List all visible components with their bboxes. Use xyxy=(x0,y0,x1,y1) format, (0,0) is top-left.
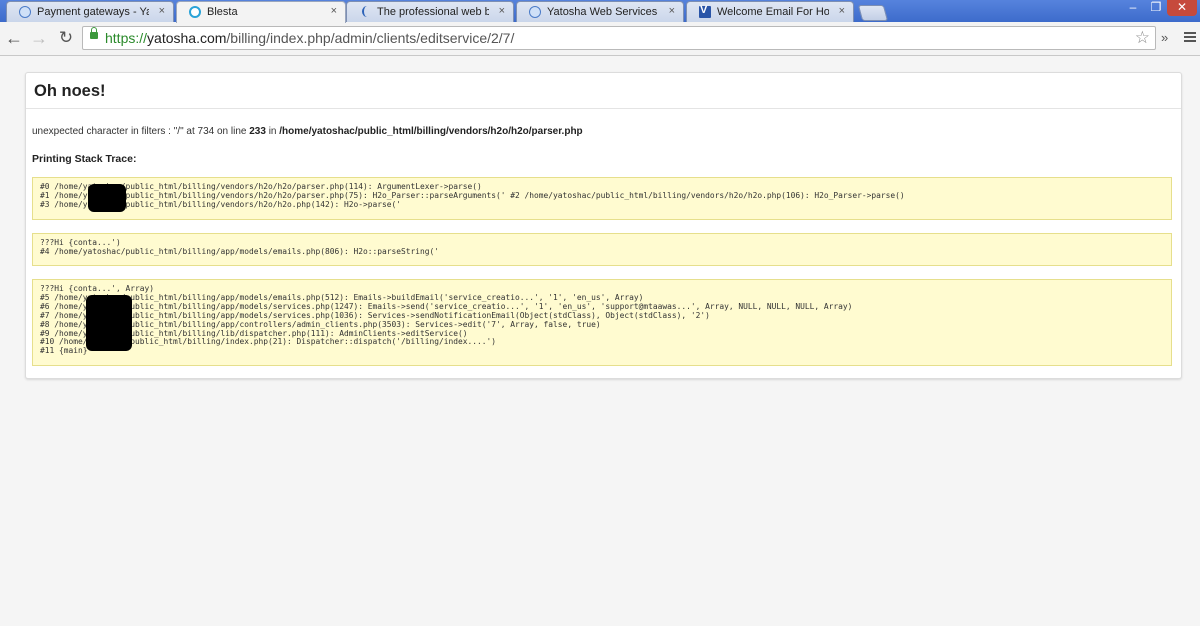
error-panel: Oh noes! unexpected character in filters… xyxy=(25,72,1182,379)
browser-toolbar: ← → ↻ https://yatosha.com/billing/index.… xyxy=(0,22,1200,56)
redaction-mark xyxy=(86,295,132,351)
back-arrow-icon[interactable]: ← xyxy=(4,28,24,48)
wordpress-icon xyxy=(359,6,371,18)
star-icon[interactable]: ☆ xyxy=(1135,28,1150,48)
tab-title: Welcome Email For Hostin xyxy=(717,6,829,18)
tab-title: The professional web base xyxy=(377,6,489,18)
tab-welcome-email[interactable]: Welcome Email For Hostin × xyxy=(686,1,854,23)
url-text[interactable]: https://yatosha.com/billing/index.php/ad… xyxy=(105,30,514,46)
divider xyxy=(26,108,1181,109)
close-icon[interactable]: × xyxy=(331,5,337,17)
close-icon[interactable]: × xyxy=(669,5,675,17)
minimize-button[interactable]: – xyxy=(1121,0,1145,16)
stack-trace-heading: Printing Stack Trace: xyxy=(32,153,137,165)
page-title: Oh noes! xyxy=(34,82,106,100)
tab-title: Blesta xyxy=(207,6,238,18)
close-icon[interactable]: × xyxy=(499,5,505,17)
address-bar[interactable]: https://yatosha.com/billing/index.php/ad… xyxy=(82,26,1156,50)
tab-strip: Payment gateways - Yato × Blesta × The p… xyxy=(0,0,1200,23)
error-line-number: 233 xyxy=(249,126,266,137)
stack-trace-block: ???Hi {conta...') #4 /home/yatoshac/publ… xyxy=(32,233,1172,266)
lock-icon xyxy=(90,27,98,39)
tab-payment-gateways[interactable]: Payment gateways - Yato × xyxy=(6,1,174,23)
menu-icon[interactable] xyxy=(1184,32,1196,42)
close-icon[interactable]: × xyxy=(159,5,165,17)
blesta-icon xyxy=(189,6,201,18)
url-scheme: https:// xyxy=(105,30,148,46)
url-host: yatosha.com xyxy=(147,30,227,46)
tab-yatosha-web-services[interactable]: Yatosha Web Services | Ta × xyxy=(516,1,684,23)
close-icon[interactable]: × xyxy=(839,5,845,17)
reload-icon[interactable]: ↻ xyxy=(56,28,76,48)
tab-professional-web[interactable]: The professional web base × xyxy=(346,1,514,23)
error-message: unexpected character in filters : "/" at… xyxy=(32,126,583,137)
tab-blesta[interactable]: Blesta × xyxy=(176,1,346,23)
tab-title: Yatosha Web Services | Ta xyxy=(547,6,659,18)
forward-arrow-icon[interactable]: → xyxy=(29,28,49,48)
url-path: /billing/index.php/admin/clients/editser… xyxy=(226,30,515,46)
close-window-button[interactable]: ✕ xyxy=(1167,0,1197,16)
globe-icon xyxy=(19,6,31,18)
v-icon xyxy=(699,4,711,18)
globe-icon xyxy=(529,6,541,18)
redaction-mark xyxy=(88,184,126,212)
extensions-overflow-icon[interactable]: » xyxy=(1161,30,1168,45)
error-in-word: in xyxy=(265,126,280,137)
error-file-path: /home/yatoshac/public_html/billing/vendo… xyxy=(279,126,583,137)
tab-title: Payment gateways - Yato xyxy=(37,6,149,18)
stack-trace-block: ???Hi {conta...', Array) #5 /home/yatosh… xyxy=(32,279,1172,366)
new-tab-button[interactable] xyxy=(857,5,889,21)
error-text: unexpected character in filters : "/" at… xyxy=(32,126,250,137)
maximize-button[interactable]: ❐ xyxy=(1144,0,1168,16)
stack-trace-block: #0 /home/yatoshac/public_html/billing/ve… xyxy=(32,177,1172,220)
